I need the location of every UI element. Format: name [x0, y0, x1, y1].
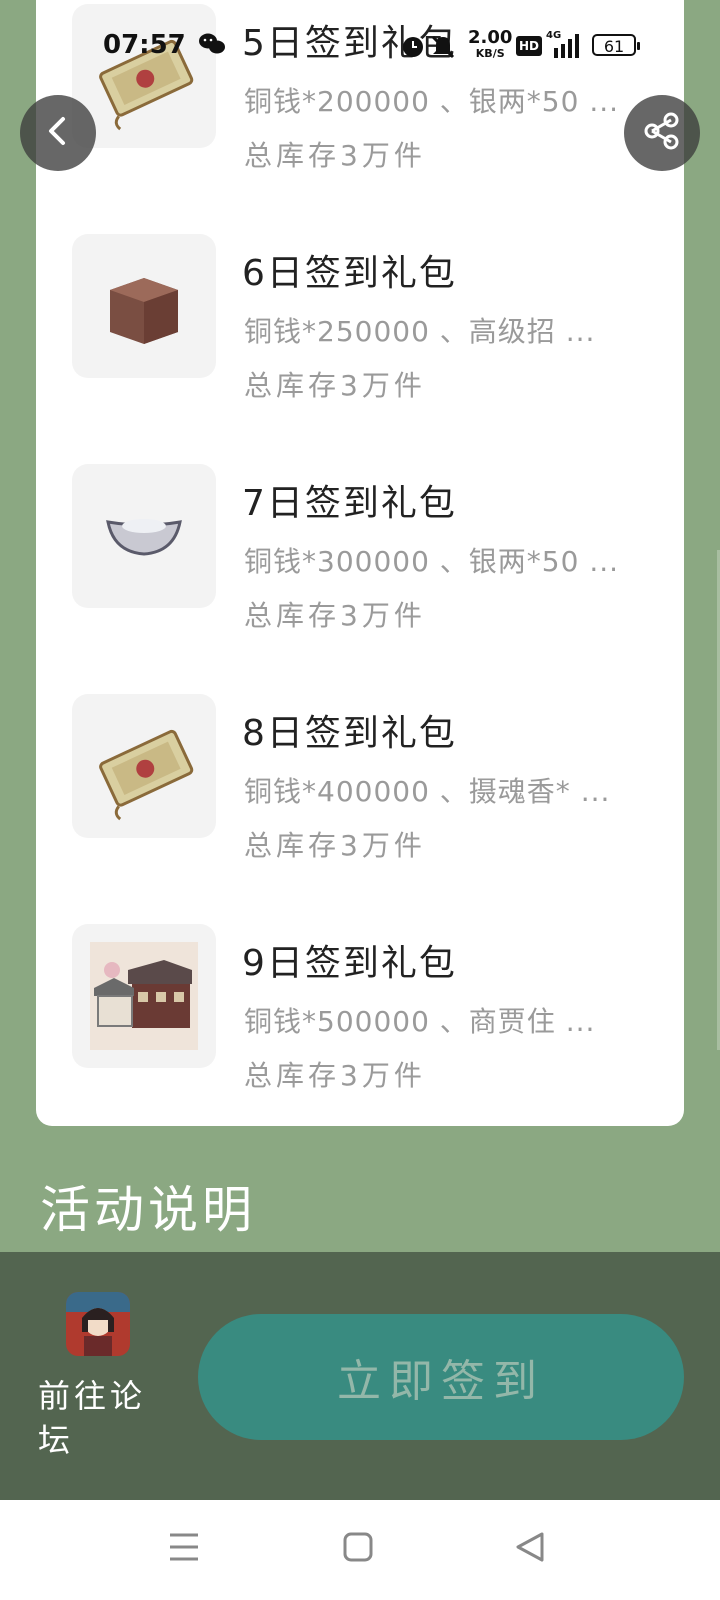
go-to-forum-link[interactable]: 前往论坛: [38, 1374, 158, 1462]
hd-badge: HD: [516, 36, 542, 56]
battery-indicator: 61: [592, 34, 640, 56]
silver-ingot-icon: [72, 464, 216, 608]
gift-pack-title: 9日签到礼包: [242, 943, 457, 984]
gift-pack-description: 铜钱*500000 、商贾住 ...: [244, 1005, 596, 1038]
back-button[interactable]: [20, 95, 96, 171]
mute-icon: [430, 34, 456, 64]
back-triangle-icon[interactable]: [514, 1530, 546, 1568]
menu-icon[interactable]: [168, 1530, 200, 1568]
gift-pack-title: 8日签到礼包: [242, 713, 457, 754]
share-button[interactable]: [624, 95, 700, 171]
building-icon: [72, 924, 216, 1068]
gift-pack-item-day8[interactable]: 8日签到礼包 铜钱*400000 、摄魂香* ... 总库存3万件: [72, 694, 672, 862]
alarm-icon: [402, 36, 424, 62]
gift-pack-stock: 总库存3万件: [244, 599, 426, 632]
game-app-icon[interactable]: [66, 1292, 130, 1356]
gift-pack-title: 7日签到礼包: [242, 483, 457, 524]
chevron-left-icon: [40, 113, 76, 153]
net-speed: 2.00 KB/S: [468, 27, 513, 60]
gift-pack-stock: 总库存3万件: [244, 1059, 426, 1092]
gift-pack-description: 铜钱*200000 、银两*50 ...: [244, 85, 620, 118]
activity-description-title: 活动说明: [40, 1181, 256, 1239]
wechat-icon: [198, 32, 226, 60]
scroll-icon: [72, 694, 216, 838]
home-icon[interactable]: [342, 1530, 374, 1568]
gift-pack-item-day7[interactable]: 7日签到礼包 铜钱*300000 、银两*50 ... 总库存3万件: [72, 464, 672, 632]
gift-pack-stock: 总库存3万件: [244, 369, 426, 402]
gift-pack-item-day9[interactable]: 9日签到礼包 铜钱*500000 、商贾住 ... 总库存3万件: [72, 924, 672, 1092]
gift-pack-stock: 总库存3万件: [244, 829, 426, 862]
gift-pack-description: 铜钱*300000 、银两*50 ...: [244, 545, 620, 578]
sign-in-now-button[interactable]: 立即签到: [198, 1314, 684, 1440]
box-icon: [72, 234, 216, 378]
gift-pack-title: 6日签到礼包: [242, 253, 457, 294]
share-icon: [640, 109, 684, 157]
gift-pack-stock: 总库存3万件: [244, 139, 426, 172]
gift-pack-description: 铜钱*250000 、高级招 ...: [244, 315, 596, 348]
gift-pack-description: 铜钱*400000 、摄魂香* ...: [244, 775, 611, 808]
status-icons: 2.00 KB/S HD 4G 61: [400, 26, 660, 66]
status-time: 07:57: [103, 30, 186, 60]
system-nav-bar: [0, 1500, 720, 1600]
bottom-action-bar: 前往论坛 立即签到: [0, 1252, 720, 1500]
gift-pack-item-day6[interactable]: 6日签到礼包 铜钱*250000 、高级招 ... 总库存3万件: [72, 234, 672, 402]
